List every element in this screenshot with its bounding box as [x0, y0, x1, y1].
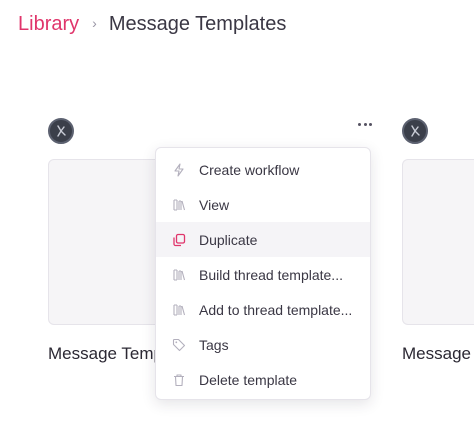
- breadcrumb-library-link[interactable]: Library: [18, 13, 79, 36]
- books-icon: [172, 198, 186, 212]
- menu-item-tags[interactable]: Tags: [156, 327, 370, 362]
- breadcrumb: Library › Message Templates: [18, 10, 286, 38]
- template-card-title[interactable]: Message Templates: [402, 344, 474, 364]
- menu-item-label: Build thread template...: [199, 266, 343, 283]
- menu-item-label: Tags: [199, 336, 229, 353]
- avatar-logo-icon: [57, 125, 66, 137]
- menu-item-create-workflow[interactable]: Create workflow: [156, 152, 370, 187]
- menu-item-add-to-thread-template[interactable]: Add to thread template...: [156, 292, 370, 327]
- copy-icon: [172, 233, 186, 247]
- page-title: Message Templates: [108, 12, 287, 35]
- avatar: [402, 118, 428, 144]
- more-options-button[interactable]: [355, 116, 375, 132]
- template-card-preview[interactable]: [48, 159, 168, 325]
- trash-icon: [172, 373, 186, 387]
- avatar: [48, 118, 74, 144]
- context-menu: Create workflow View Duplicate Build thr…: [155, 147, 371, 400]
- avatar-logo-icon: [411, 125, 420, 137]
- books-icon: [172, 268, 186, 282]
- template-card-title[interactable]: Message Templates: [48, 344, 158, 364]
- breadcrumb-separator: ›: [92, 15, 97, 31]
- menu-item-label: Add to thread template...: [199, 301, 353, 318]
- menu-item-label: Duplicate: [199, 231, 258, 248]
- menu-item-view[interactable]: View: [156, 187, 370, 222]
- books-icon: [172, 303, 186, 317]
- lightning-icon: [172, 162, 186, 177]
- menu-item-build-thread-template[interactable]: Build thread template...: [156, 257, 370, 292]
- menu-item-label: View: [199, 196, 230, 213]
- tag-icon: [172, 338, 186, 352]
- template-card-preview[interactable]: [402, 159, 474, 325]
- menu-item-duplicate[interactable]: Duplicate: [156, 222, 370, 257]
- menu-item-delete-template[interactable]: Delete template: [156, 362, 370, 397]
- menu-item-label: Create workflow: [199, 161, 300, 178]
- menu-item-label: Delete template: [199, 371, 298, 388]
